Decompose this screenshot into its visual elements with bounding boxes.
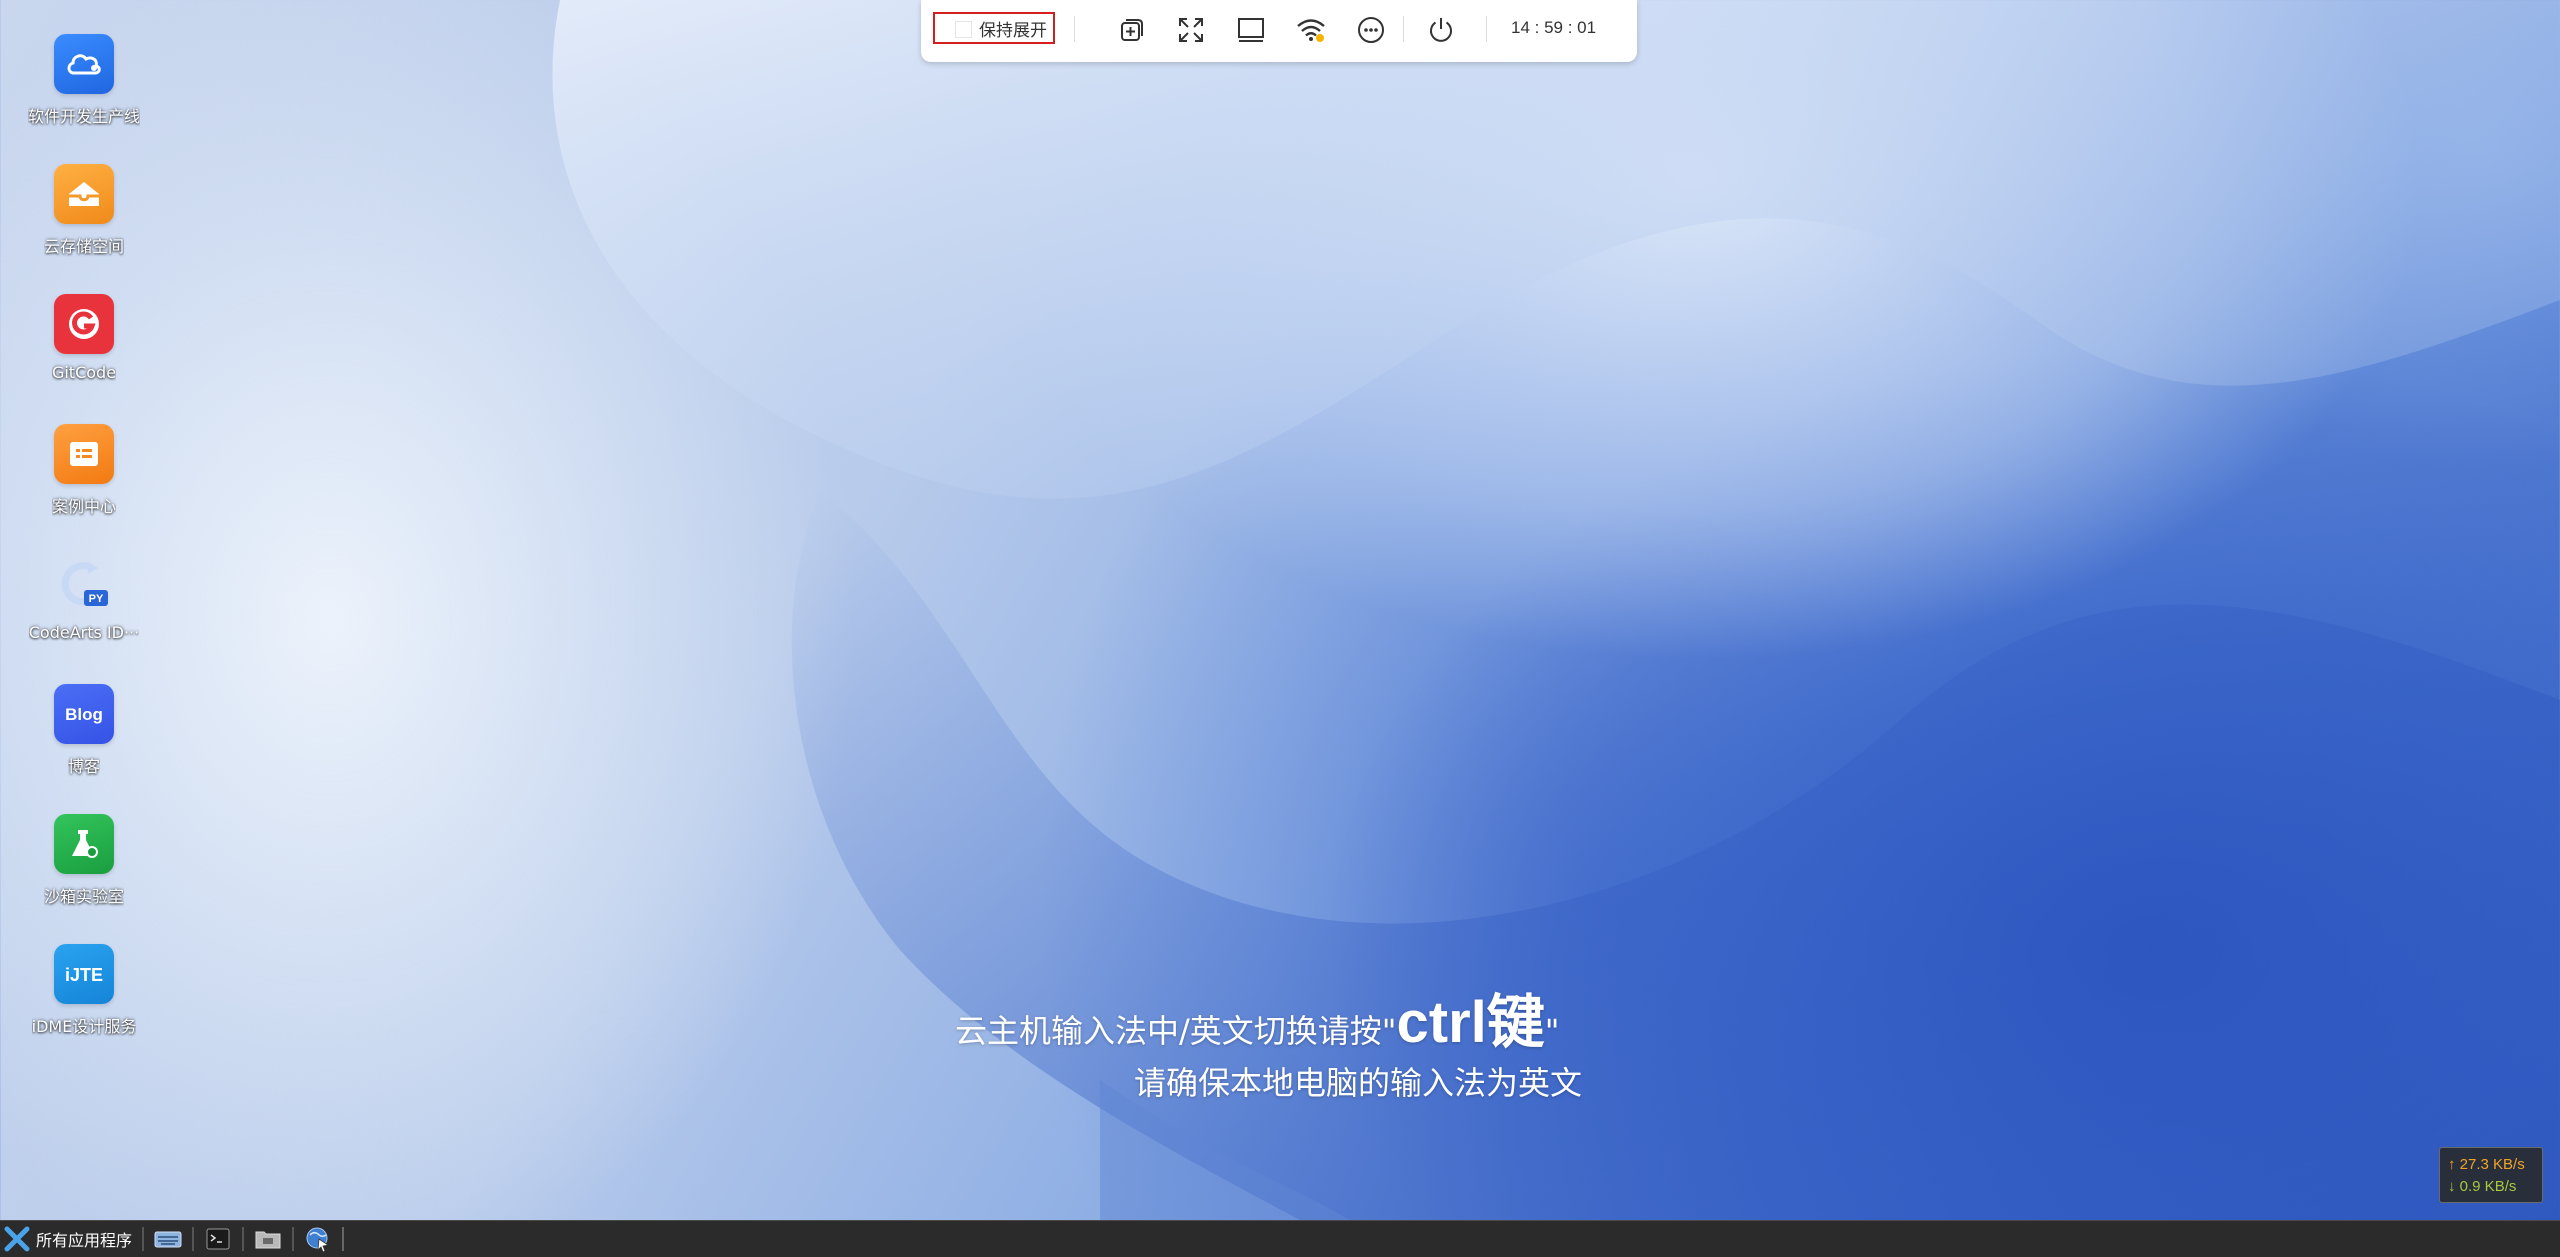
desktop-icon-label: 沙箱实验室 — [43, 887, 124, 906]
new-window-icon — [1121, 19, 1143, 41]
keep-open-toggle[interactable]: 保持展开 — [933, 12, 1055, 44]
codearts-ide-python-icon: PY — [54, 554, 114, 614]
fullscreen-button[interactable] — [1174, 13, 1208, 47]
taskbar-file-manager[interactable] — [248, 1224, 288, 1254]
keep-open-checkbox[interactable] — [955, 21, 972, 38]
desktop-icon-gitcode[interactable]: GitCode — [14, 288, 154, 408]
network-button[interactable] — [1294, 13, 1328, 47]
desktop-icon-label: iDME设计服务 — [31, 1017, 137, 1036]
desktop-icon-codearts-ide[interactable]: PY CodeArts ID··· — [14, 548, 154, 668]
desktop-icon-label: 云存储空间 — [43, 237, 124, 256]
desktop-icon-blog[interactable]: Blog 博客 — [14, 678, 154, 798]
upload-speed: ↑ 27.3 KB/s — [2448, 1156, 2525, 1173]
divider — [342, 1227, 345, 1251]
taskbar-keyboard[interactable] — [148, 1224, 188, 1254]
hint-suffix: " — [1544, 1012, 1560, 1050]
svg-text:PY: PY — [89, 593, 104, 605]
network-speed-widget: ↑ 27.3 KB/s ↓ 0.9 KB/s — [2439, 1147, 2543, 1203]
taskbar-browser[interactable] — [298, 1224, 338, 1254]
hint-prefix: 云主机输入法中/英文切换请按" — [955, 1012, 1397, 1050]
divider — [142, 1227, 145, 1251]
hint-key: ctrl键 — [1396, 990, 1545, 1055]
idme-design-icon: iJTE — [54, 944, 114, 1004]
gitcode-logo-icon — [54, 294, 114, 354]
blog-icon: Blog — [54, 684, 114, 744]
download-speed: ↓ 0.9 KB/s — [2448, 1178, 2517, 1195]
desktop-icon-sandbox-lab[interactable]: 沙箱实验室 — [14, 808, 154, 928]
desktop-icon-idme[interactable]: iJTE iDME设计服务 — [14, 938, 154, 1058]
remote-desktop-toolbar: 保持展开 14 : 59 : 01 — [921, 0, 1637, 62]
svg-text:Blog: Blog — [65, 705, 103, 724]
taskbar-terminal[interactable] — [198, 1224, 238, 1254]
input-method-hint: 云主机输入法中/英文切换请按"ctrl键" — [955, 975, 1560, 1059]
terminal-icon — [206, 1228, 230, 1250]
case-center-icon — [54, 424, 114, 484]
desktop-icon-label: 博客 — [67, 757, 100, 776]
desktop-icon-cloud-storage[interactable]: 云存储空间 — [14, 158, 154, 278]
keep-open-label: 保持展开 — [979, 20, 1047, 41]
divider — [192, 1227, 195, 1251]
input-method-hint-secondary: 请确保本地电脑的输入法为英文 — [1134, 1064, 1583, 1102]
browser-globe-icon — [306, 1227, 330, 1253]
desktop-icon-devcloud[interactable]: 软件开发生产线 — [14, 28, 154, 148]
start-menu-button[interactable]: 所有应用程序 — [0, 1221, 138, 1257]
power-icon — [1430, 18, 1452, 42]
desktop-icon-label: CodeArts ID··· — [28, 623, 140, 642]
desktop-icon-label: 软件开发生产线 — [27, 107, 140, 126]
divider — [1486, 16, 1487, 42]
new-window-button[interactable] — [1114, 13, 1148, 47]
desktop-icon-case-center[interactable]: 案例中心 — [14, 418, 154, 538]
keyboard-icon — [154, 1231, 182, 1248]
display-button[interactable] — [1234, 13, 1268, 47]
taskbar: 所有应用程序 — [0, 1220, 2560, 1257]
wifi-icon — [1297, 19, 1325, 42]
xfce-logo-icon — [4, 1226, 30, 1252]
sandbox-lab-icon — [54, 814, 114, 874]
power-button[interactable] — [1424, 13, 1458, 47]
cloud-storage-icon — [54, 164, 114, 224]
divider — [1403, 16, 1404, 42]
fullscreen-icon — [1179, 18, 1203, 42]
svg-text:iJTE: iJTE — [65, 965, 103, 985]
divider — [292, 1227, 295, 1251]
desktop-icon-label: 案例中心 — [51, 497, 116, 516]
start-menu-label: 所有应用程序 — [36, 1231, 133, 1250]
display-icon — [1238, 18, 1264, 42]
cloud-devcloud-icon — [54, 34, 114, 94]
divider — [242, 1227, 245, 1251]
desktop-icon-label: GitCode — [51, 363, 117, 382]
more-icon — [1358, 17, 1384, 43]
clock: 14 : 59 : 01 — [1511, 18, 1597, 37]
more-button[interactable] — [1354, 13, 1388, 47]
divider — [1074, 16, 1075, 42]
file-manager-icon — [255, 1231, 281, 1249]
